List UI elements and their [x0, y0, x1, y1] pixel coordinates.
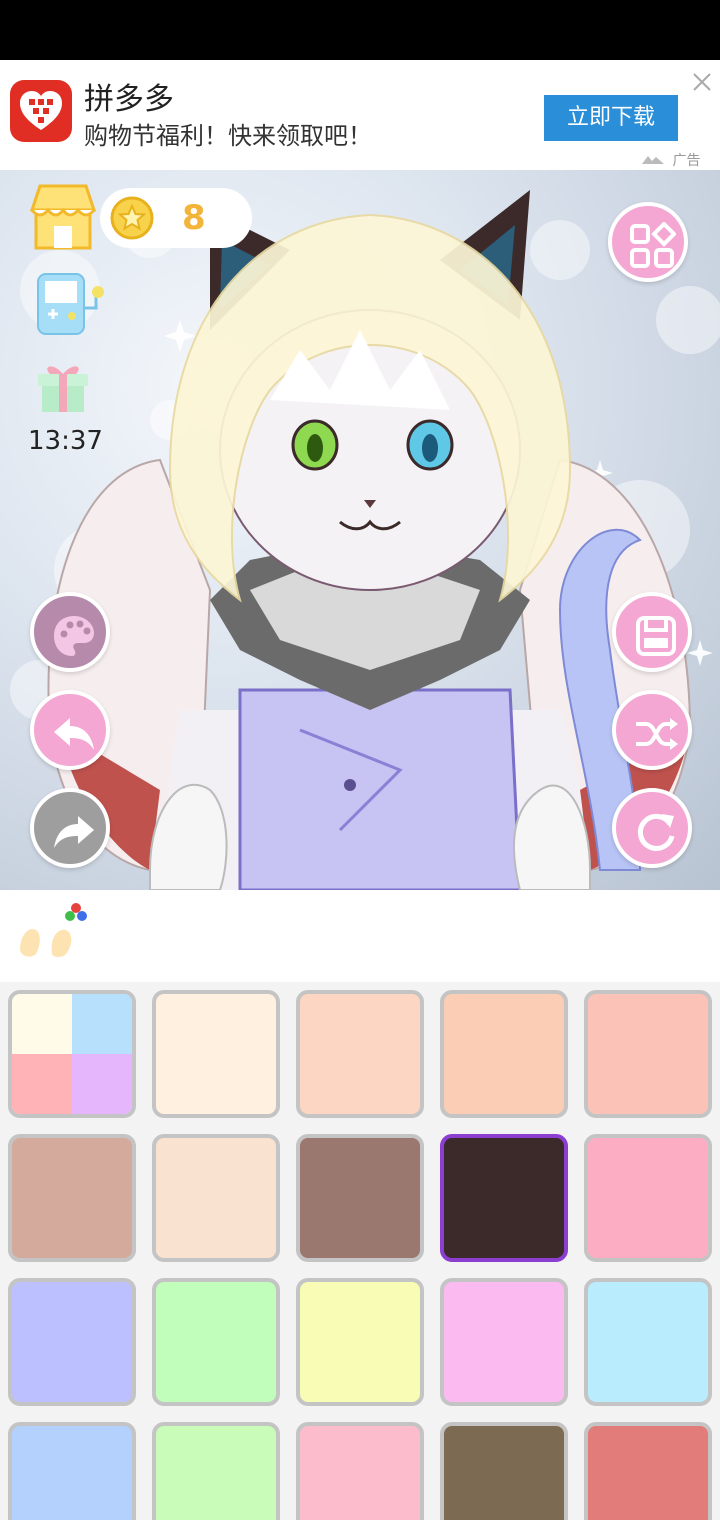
- swatch-quadrant: [72, 1054, 132, 1114]
- color-swatch[interactable]: [584, 1134, 712, 1262]
- swatch-quadrant: [72, 994, 132, 1054]
- color-swatch[interactable]: [296, 1278, 424, 1406]
- color-swatch[interactable]: [584, 1278, 712, 1406]
- status-bar: [0, 0, 720, 60]
- color-swatch[interactable]: [152, 990, 280, 1118]
- reset-button[interactable]: [612, 788, 692, 868]
- save-button[interactable]: [612, 592, 692, 672]
- redo-button[interactable]: [30, 788, 110, 868]
- swatch-quadrant: [12, 994, 72, 1054]
- ad-title: 拼多多: [84, 82, 174, 117]
- close-icon[interactable]: [690, 70, 714, 94]
- shuffle-button[interactable]: [612, 690, 692, 770]
- coin-counter: 8: [100, 188, 252, 248]
- ad-tag-logo-icon: [642, 156, 664, 164]
- gameboy-icon: [37, 273, 104, 335]
- ad-banner[interactable]: 拼多多 购物节福利！快来领取吧！ 立即下载 广告: [0, 60, 720, 170]
- grid-menu-icon: [630, 222, 676, 268]
- color-swatch[interactable]: [152, 1134, 280, 1262]
- reset-icon: [637, 813, 675, 851]
- color-swatch[interactable]: [584, 1422, 712, 1520]
- color-swatch[interactable]: [8, 990, 136, 1118]
- shuffle-icon: [636, 718, 678, 750]
- color-swatch[interactable]: [440, 1134, 568, 1262]
- color-swatch[interactable]: [8, 1278, 136, 1406]
- color-swatch[interactable]: [440, 990, 568, 1118]
- color-swatch[interactable]: [584, 990, 712, 1118]
- minigame-button[interactable]: [34, 270, 114, 338]
- redo-arrow-icon: [54, 816, 94, 848]
- character-stage[interactable]: 8 13:37: [0, 170, 720, 890]
- ears-color-category[interactable]: [14, 896, 94, 966]
- star-coin-icon: [110, 196, 154, 240]
- ad-subtitle: 购物节福利！快来领取吧！: [84, 122, 372, 150]
- ad-download-button[interactable]: 立即下载: [544, 95, 678, 141]
- palette-button[interactable]: [30, 592, 110, 672]
- palette-icon: [54, 616, 94, 656]
- save-icon: [636, 616, 676, 656]
- category-strip: [0, 890, 720, 982]
- time-label: 13:37: [28, 426, 103, 456]
- shop-button[interactable]: [29, 180, 97, 252]
- coin-count: 8: [182, 198, 206, 238]
- ears-color-icon: [20, 903, 87, 957]
- pinduoduo-logo[interactable]: [10, 80, 72, 142]
- gift-icon: [38, 366, 88, 412]
- swatch-quadrant: [12, 1054, 72, 1114]
- shop-icon: [29, 184, 97, 250]
- color-swatch-grid: [0, 982, 720, 1520]
- undo-arrow-icon: [54, 718, 94, 750]
- color-swatch[interactable]: [296, 1134, 424, 1262]
- color-swatch[interactable]: [152, 1422, 280, 1520]
- ad-tag-label: 广告: [672, 153, 701, 169]
- undo-button[interactable]: [30, 690, 110, 770]
- color-swatch[interactable]: [152, 1278, 280, 1406]
- menu-button[interactable]: [608, 202, 688, 282]
- color-swatch[interactable]: [440, 1422, 568, 1520]
- ad-tag: 广告: [640, 150, 700, 170]
- color-swatch[interactable]: [296, 1422, 424, 1520]
- color-swatch[interactable]: [440, 1278, 568, 1406]
- color-swatch[interactable]: [8, 1422, 136, 1520]
- color-swatch[interactable]: [296, 990, 424, 1118]
- gift-button[interactable]: [36, 358, 90, 414]
- color-swatch[interactable]: [8, 1134, 136, 1262]
